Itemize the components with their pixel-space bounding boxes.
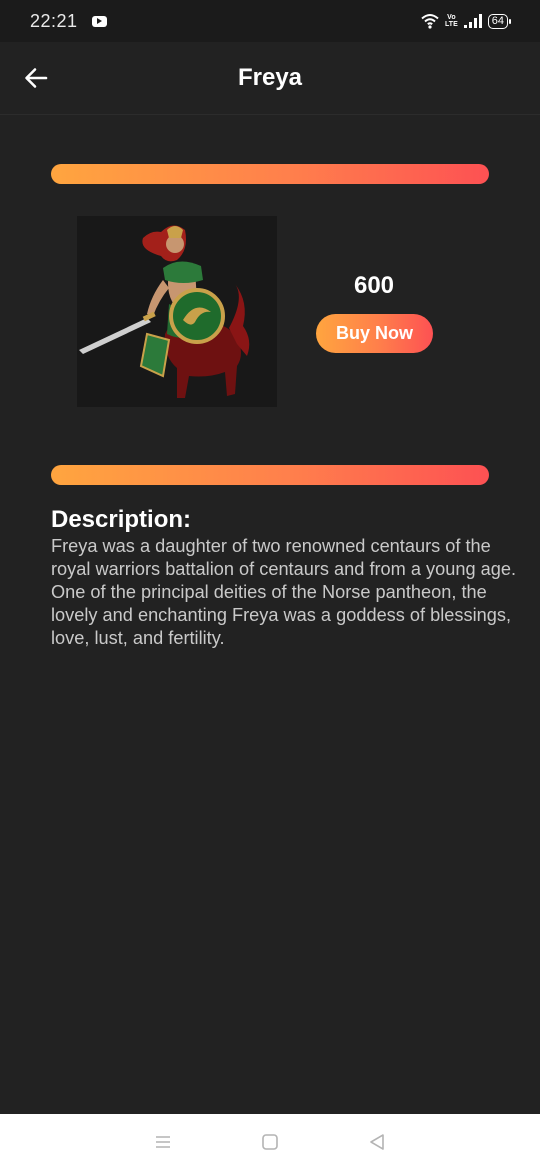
- signal-icon: [463, 14, 482, 28]
- decorative-gradient-bar-top: [51, 164, 489, 184]
- centaur-warrior-illustration: [77, 216, 277, 407]
- wifi-icon: [421, 14, 439, 29]
- menu-button[interactable]: [148, 1127, 178, 1157]
- home-button[interactable]: [255, 1127, 285, 1157]
- page-title: Freya: [237, 64, 303, 91]
- product-image: [77, 216, 277, 407]
- youtube-icon: [91, 15, 107, 27]
- volte-bottom-text: LTE: [445, 21, 458, 28]
- status-bar: 22:21 Vo LTE 64: [0, 0, 540, 42]
- decorative-gradient-bar-bottom: [51, 465, 489, 485]
- description-text: Freya was a daughter of two renowned cen…: [51, 536, 517, 648]
- back-triangle-icon: [369, 1134, 384, 1150]
- battery-icon: 64: [487, 13, 512, 29]
- battery-level: 64: [491, 14, 504, 27]
- buy-now-button[interactable]: Buy Now: [316, 314, 433, 353]
- price: 600: [353, 272, 395, 299]
- screen: 22:21 Vo LTE 64 Freya 600 Buy Now Descri…: [0, 0, 540, 1170]
- volte-icon: Vo LTE: [445, 14, 458, 28]
- home-square-icon: [262, 1134, 278, 1150]
- system-nav-bar: [0, 1114, 540, 1170]
- system-back-button[interactable]: [362, 1127, 392, 1157]
- description-heading: Description:: [51, 506, 192, 533]
- status-icons: Vo LTE 64: [421, 13, 512, 29]
- app-bar: Freya: [0, 42, 540, 115]
- menu-icon: [156, 1136, 171, 1148]
- status-time: 22:21: [30, 10, 78, 31]
- volte-top-text: Vo: [447, 14, 456, 21]
